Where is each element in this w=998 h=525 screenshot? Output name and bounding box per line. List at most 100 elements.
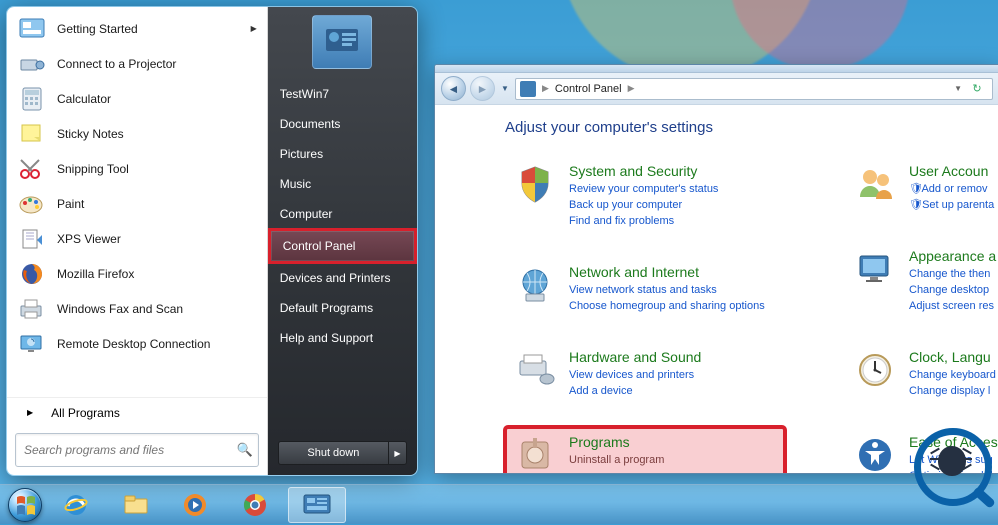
right-link-default-programs[interactable]: Default Programs [268, 293, 417, 323]
window-titlebar[interactable] [435, 65, 998, 73]
taskbar-control-panel[interactable] [288, 487, 346, 523]
program-xps-viewer[interactable]: XPS Viewer [7, 221, 267, 256]
search-icon[interactable]: 🔍 [232, 442, 258, 458]
category-title[interactable]: Hardware and Sound [569, 349, 701, 365]
program-fax-scan[interactable]: Windows Fax and Scan [7, 291, 267, 326]
category-title[interactable]: Clock, Langu [909, 349, 991, 365]
category-system-security: System and Security Review your computer… [505, 156, 785, 237]
address-bar-row: ◄ ► ▼ ▶ Control Panel ▶ ▼ ↻ [435, 73, 998, 105]
firefox-icon [17, 261, 47, 287]
right-link-help-support[interactable]: Help and Support [268, 323, 417, 353]
category-title[interactable]: User Accoun [909, 163, 988, 179]
program-remote-desktop[interactable]: Remote Desktop Connection [7, 326, 267, 361]
category-link[interactable]: Adjust screen res [909, 298, 996, 314]
program-label: XPS Viewer [57, 232, 121, 246]
breadcrumb-sep-icon: ▶ [540, 83, 551, 94]
program-calculator[interactable]: Calculator [7, 81, 267, 116]
shutdown-options-arrow-icon[interactable]: ▶ [388, 442, 406, 464]
breadcrumb-item[interactable]: Control Panel [555, 83, 622, 95]
right-link-pictures[interactable]: Pictures [268, 139, 417, 169]
category-link[interactable]: Change display l [909, 383, 996, 399]
right-link-music[interactable]: Music [268, 169, 417, 199]
program-connect-projector[interactable]: Connect to a Projector [7, 46, 267, 81]
category-link[interactable]: Add a device [569, 383, 701, 399]
submenu-arrow-icon: ▶ [251, 24, 257, 33]
program-label: Sticky Notes [57, 127, 124, 141]
start-menu: Getting Started ▶ Connect to a Projector… [6, 6, 418, 476]
category-title[interactable]: Appearance a [909, 248, 996, 264]
category-clock-language: Clock, Langu Change keyboard Change disp… [845, 342, 998, 407]
category-link[interactable]: Change the then [909, 266, 996, 282]
search-input[interactable] [16, 443, 232, 457]
refresh-icon[interactable]: ↻ [966, 82, 988, 95]
appearance-icon [853, 247, 897, 291]
category-link[interactable]: View devices and printers [569, 367, 701, 383]
fax-scan-icon [17, 296, 47, 322]
hardware-icon [513, 348, 557, 392]
program-sticky-notes[interactable]: Sticky Notes [7, 116, 267, 151]
program-getting-started[interactable]: Getting Started ▶ [7, 11, 267, 46]
uac-shield-icon: 🛡 [909, 181, 919, 191]
start-menu-program-list: Getting Started ▶ Connect to a Projector… [7, 7, 267, 397]
nav-back-button[interactable]: ◄ [441, 76, 466, 101]
category-link[interactable]: Uninstall a program [569, 452, 664, 468]
taskbar-media-player[interactable] [168, 487, 226, 523]
taskbar [0, 484, 998, 524]
address-bar[interactable]: ▶ Control Panel ▶ ▼ ↻ [515, 78, 993, 100]
right-link-devices-printers[interactable]: Devices and Printers [268, 263, 417, 293]
category-link[interactable]: Review your computer's status [569, 181, 718, 197]
category-network-internet: Network and Internet View network status… [505, 257, 785, 322]
program-paint[interactable]: Paint [7, 186, 267, 221]
taskbar-ie[interactable] [48, 487, 106, 523]
snipping-tool-icon [17, 156, 47, 182]
category-appearance: Appearance a Change the then Change desk… [845, 241, 998, 322]
taskbar-chrome[interactable] [228, 487, 286, 523]
program-label: Getting Started [57, 22, 138, 36]
category-link[interactable]: Find and fix problems [569, 213, 718, 229]
search-box[interactable]: 🔍 [15, 433, 259, 467]
category-user-accounts: User Accoun 🛡 Add or remov 🛡 Set up pare… [845, 156, 998, 221]
program-firefox[interactable]: Mozilla Firefox [7, 256, 267, 291]
all-programs[interactable]: ▶ All Programs [7, 397, 267, 427]
control-panel-body: Adjust your computer's settings System a… [435, 105, 998, 473]
category-link[interactable]: Change keyboard [909, 367, 996, 383]
shield-icon [513, 162, 557, 206]
start-button[interactable] [4, 485, 46, 525]
users-icon [853, 162, 897, 206]
nav-forward-button[interactable]: ► [470, 76, 495, 101]
shutdown-group: Shut down ▶ [278, 441, 407, 465]
nav-history-dropdown[interactable]: ▼ [499, 84, 511, 93]
network-icon [513, 263, 557, 307]
category-link[interactable]: Change desktop [909, 282, 996, 298]
category-link[interactable]: 🛡 Add or remov [909, 181, 994, 197]
program-label: Windows Fax and Scan [57, 302, 183, 316]
program-label: Calculator [57, 92, 111, 106]
category-column-left: System and Security Review your computer… [505, 156, 785, 473]
getting-started-icon [17, 16, 47, 42]
category-link[interactable]: Choose homegroup and sharing options [569, 298, 765, 314]
category-link[interactable]: 🛡 Set up parenta [909, 197, 994, 213]
right-link-computer[interactable]: Computer [268, 199, 417, 229]
uac-shield-icon: 🛡 [909, 197, 919, 207]
shutdown-button[interactable]: Shut down ▶ [278, 441, 407, 465]
program-label: Paint [57, 197, 84, 211]
category-title[interactable]: System and Security [569, 163, 697, 179]
right-link-control-panel[interactable]: Control Panel [268, 228, 417, 264]
user-avatar[interactable] [312, 15, 372, 69]
user-name-link[interactable]: TestWin7 [268, 79, 417, 109]
category-title[interactable]: Programs [569, 434, 630, 450]
category-hardware-sound: Hardware and Sound View devices and prin… [505, 342, 785, 407]
category-link[interactable]: Back up your computer [569, 197, 718, 213]
breadcrumb-sep-icon[interactable]: ▶ [626, 83, 637, 94]
program-label: Mozilla Firefox [57, 267, 134, 281]
taskbar-explorer[interactable] [108, 487, 166, 523]
paint-icon [17, 191, 47, 217]
category-title[interactable]: Network and Internet [569, 264, 699, 280]
category-link[interactable]: View network status and tasks [569, 282, 765, 298]
program-snipping-tool[interactable]: Snipping Tool [7, 151, 267, 186]
right-link-documents[interactable]: Documents [268, 109, 417, 139]
program-label: Connect to a Projector [57, 57, 176, 71]
address-dropdown-icon[interactable]: ▼ [954, 84, 962, 93]
category-programs: Programs Uninstall a program [505, 427, 785, 473]
start-menu-right-pane: TestWin7 Documents Pictures Music Comput… [268, 7, 417, 475]
